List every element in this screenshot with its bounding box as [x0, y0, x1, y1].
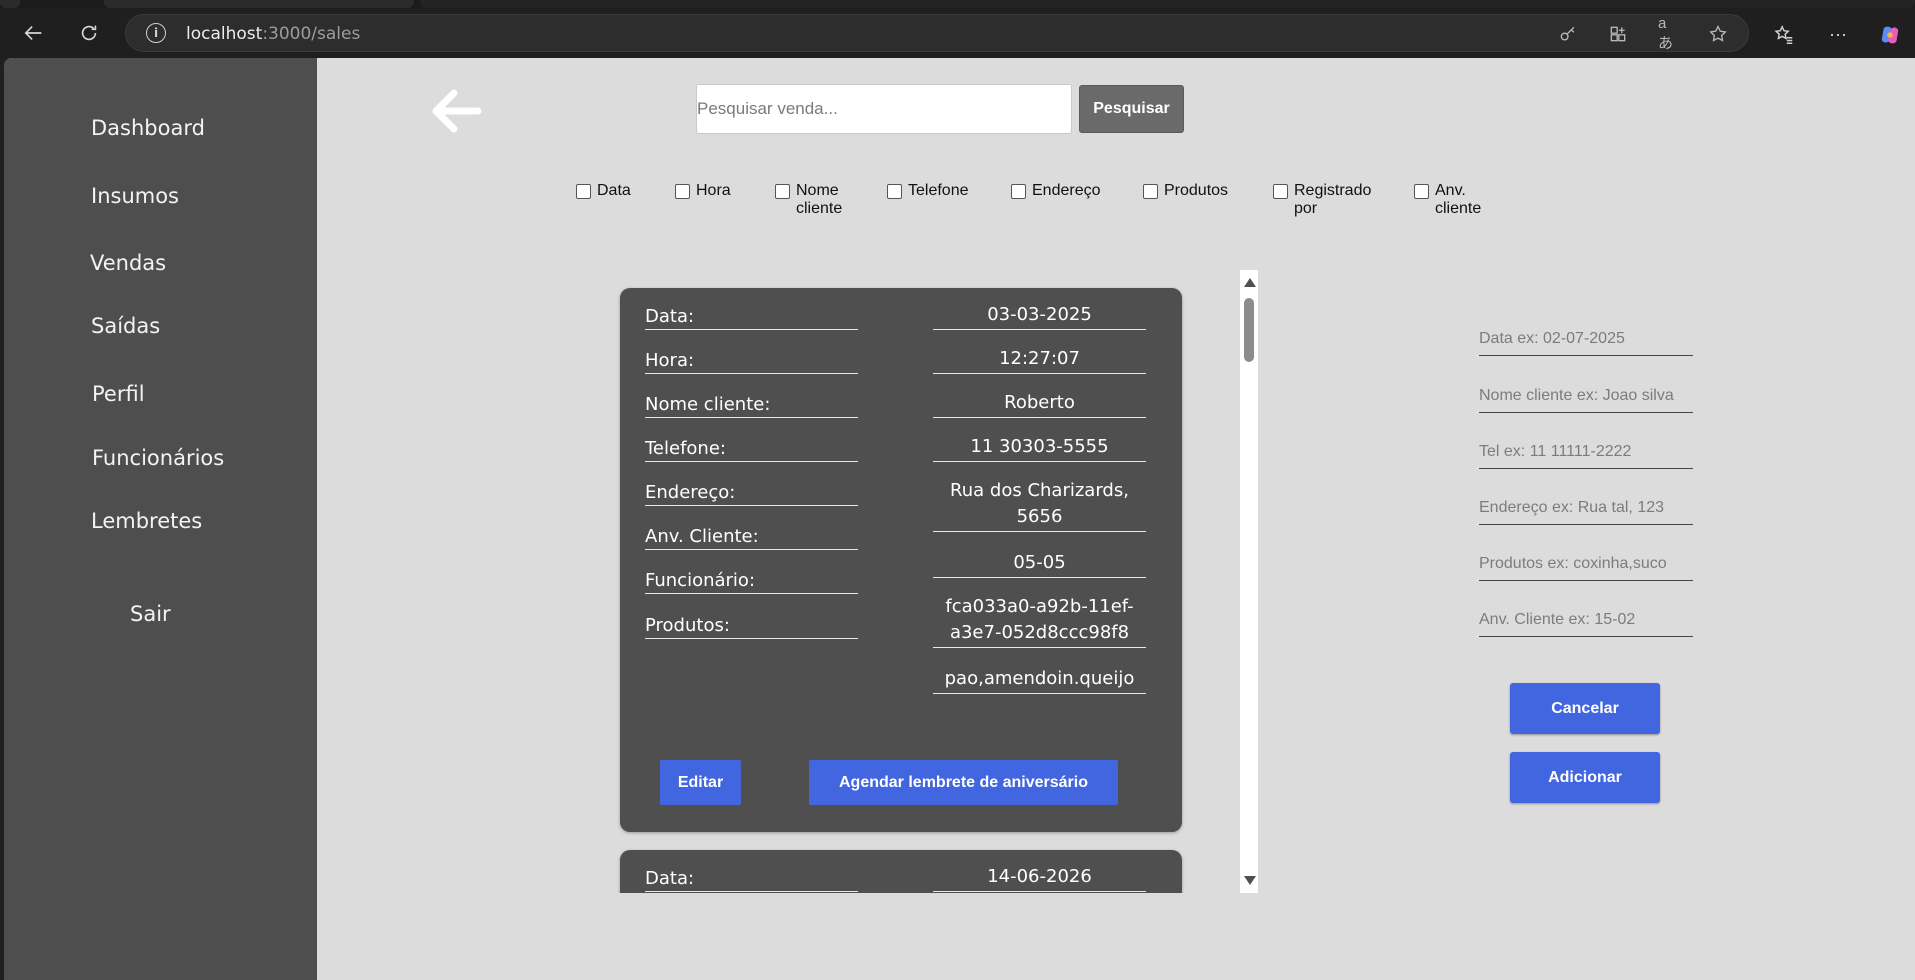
edit-button[interactable]: Editar [660, 760, 741, 805]
value-anv-cliente: 05-05 [933, 550, 1146, 578]
filter-label: Registrado por [1294, 182, 1372, 217]
checkbox[interactable] [1011, 184, 1026, 199]
site-info-icon[interactable]: i [146, 23, 166, 43]
checkbox[interactable] [1414, 184, 1429, 199]
value-endereco: Rua dos Charizards, 5656 [933, 478, 1146, 532]
filter-label: Anv. cliente [1435, 182, 1482, 217]
address-bar[interactable]: i localhost:3000/sales aあ [125, 14, 1749, 52]
filter-registrado-por[interactable]: Registrado por [1273, 182, 1383, 218]
read-aloud-icon[interactable]: aあ [1658, 15, 1678, 52]
sidebar: Dashboard Insumos Vendas Saídas Perfil F… [4, 58, 317, 980]
schedule-birthday-reminder-button[interactable]: Agendar lembrete de aniversário [809, 760, 1118, 805]
scrollbar-thumb[interactable] [1244, 298, 1254, 362]
label-telefone: Telefone: [645, 438, 858, 462]
filter-endereco[interactable]: Endereço [1011, 182, 1101, 200]
filter-label: Nome cliente [796, 182, 843, 217]
phone-field[interactable] [1479, 435, 1693, 469]
more-menu-icon[interactable]: ⋯ [1826, 23, 1850, 47]
sale-card: Data: 14-06-2026 [620, 850, 1182, 893]
filter-telefone[interactable]: Telefone [887, 182, 969, 200]
sidebar-item-sair[interactable]: Sair [130, 602, 171, 626]
value-telefone: 11 30303-5555 [933, 434, 1146, 462]
search-input[interactable] [696, 84, 1072, 134]
filter-data[interactable]: Data [576, 182, 631, 200]
cancel-button[interactable]: Cancelar [1510, 683, 1660, 734]
label-produtos: Produtos: [645, 615, 858, 639]
date-field[interactable] [1479, 322, 1693, 356]
label-endereco: Endereço: [645, 482, 858, 506]
value-nome-cliente: Roberto [933, 390, 1146, 418]
birthday-field[interactable] [1479, 603, 1693, 637]
label-data: Data: [645, 868, 858, 892]
checkbox[interactable] [576, 184, 591, 199]
checkbox[interactable] [887, 184, 902, 199]
filter-label: Hora [696, 182, 731, 199]
label-funcionario: Funcionário: [645, 570, 858, 594]
label-hora: Hora: [645, 350, 858, 374]
scroll-up-icon[interactable] [1244, 278, 1256, 287]
sidebar-item-saidas[interactable]: Saídas [91, 314, 160, 338]
checkbox[interactable] [1273, 184, 1288, 199]
sidebar-item-perfil[interactable]: Perfil [92, 382, 145, 406]
label-nome-cliente: Nome cliente: [645, 394, 858, 418]
value-data: 14-06-2026 [933, 864, 1146, 892]
checkbox[interactable] [1143, 184, 1158, 199]
checkbox[interactable] [675, 184, 690, 199]
checkbox[interactable] [775, 184, 790, 199]
value-hora: 12:27:07 [933, 346, 1146, 374]
browser-tab[interactable] [0, 0, 20, 8]
address-field[interactable] [1479, 491, 1693, 525]
filter-label: Produtos [1164, 182, 1229, 199]
sidebar-item-insumos[interactable]: Insumos [91, 184, 179, 208]
sales-list-scrollbar[interactable] [1240, 270, 1258, 893]
filter-produtos[interactable]: Produtos [1143, 182, 1228, 200]
value-funcionario: fca033a0-a92b-11ef-a3e7-052d8ccc98f8 [933, 594, 1146, 648]
label-data: Data: [645, 306, 858, 330]
value-produtos: pao,amendoin.queijo [933, 666, 1146, 694]
browser-tab-strip [0, 0, 1915, 8]
back-icon[interactable] [17, 16, 51, 50]
scroll-down-icon[interactable] [1244, 876, 1256, 885]
browser-tab[interactable] [104, 0, 414, 8]
favorites-icon[interactable] [1772, 23, 1796, 47]
sidebar-item-funcionarios[interactable]: Funcionários [92, 446, 224, 470]
filter-label: Telefone [908, 182, 969, 199]
filter-anv-cliente[interactable]: Anv. cliente [1414, 182, 1494, 218]
browser-tab-active[interactable] [420, 0, 1915, 8]
copilot-icon[interactable] [1878, 23, 1902, 47]
filter-label: Data [597, 182, 631, 199]
search-button[interactable]: Pesquisar [1079, 85, 1184, 133]
products-field[interactable] [1479, 547, 1693, 581]
sidebar-item-dashboard[interactable]: Dashboard [91, 116, 205, 140]
filter-hora[interactable]: Hora [675, 182, 731, 200]
sidebar-item-vendas[interactable]: Vendas [90, 251, 166, 275]
key-icon[interactable] [1558, 24, 1578, 44]
filter-nome-cliente[interactable]: Nome cliente [775, 182, 855, 218]
sales-list[interactable]: Data: 03-03-2025 Hora: 12:27:07 Nome cli… [616, 270, 1258, 893]
browser-toolbar: i localhost:3000/sales aあ ⋯ [0, 8, 1915, 58]
customer-name-field[interactable] [1479, 379, 1693, 413]
sidebar-item-lembretes[interactable]: Lembretes [91, 509, 202, 533]
add-button[interactable]: Adicionar [1510, 752, 1660, 803]
reload-icon[interactable] [72, 16, 106, 50]
app-available-icon[interactable] [1608, 24, 1628, 44]
favorite-star-icon[interactable] [1708, 24, 1728, 44]
back-arrow-icon[interactable] [428, 86, 484, 136]
label-anv-cliente: Anv. Cliente: [645, 526, 858, 550]
app-viewport: Dashboard Insumos Vendas Saídas Perfil F… [4, 58, 1915, 980]
filter-label: Endereço [1032, 182, 1101, 199]
value-data: 03-03-2025 [933, 302, 1146, 330]
sale-card: Data: 03-03-2025 Hora: 12:27:07 Nome cli… [620, 288, 1182, 832]
url-text[interactable]: localhost:3000/sales [186, 24, 360, 44]
